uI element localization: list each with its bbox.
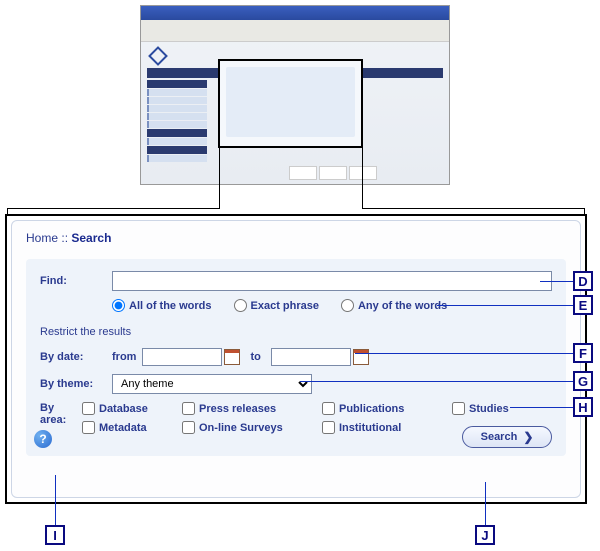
match-all-radio[interactable] xyxy=(112,299,125,312)
breadcrumb-home[interactable]: Home xyxy=(26,231,58,245)
calendar-from-icon[interactable] xyxy=(224,349,240,365)
match-all[interactable]: All of the words xyxy=(112,299,212,312)
magnify-highlight xyxy=(218,59,363,148)
match-exact-radio[interactable] xyxy=(234,299,247,312)
callout-I: I xyxy=(45,525,65,545)
callout-H: H xyxy=(573,397,593,417)
area-database[interactable]: Database xyxy=(82,402,182,415)
callout-F: F xyxy=(573,343,593,363)
area-metadata[interactable]: Metadata xyxy=(82,421,182,434)
breadcrumb: Home :: Search xyxy=(26,231,566,245)
callout-E: E xyxy=(573,295,593,315)
search-button-label: Search xyxy=(481,431,518,443)
chevron-right-icon: ❯ xyxy=(523,430,533,444)
theme-select[interactable]: Any theme xyxy=(112,374,312,394)
date-to-input[interactable] xyxy=(271,348,351,366)
search-panel: Home :: Search Find: All of the words Ex… xyxy=(11,220,581,498)
bytheme-label: By theme: xyxy=(40,378,112,390)
help-icon[interactable]: ? xyxy=(34,430,52,448)
restrict-heading: Restrict the results xyxy=(40,326,552,338)
breadcrumb-sep: :: xyxy=(61,231,68,245)
calendar-to-icon[interactable] xyxy=(353,349,369,365)
callout-J: J xyxy=(475,525,495,545)
area-institutional[interactable]: Institutional xyxy=(322,421,452,434)
find-label: Find: xyxy=(40,275,112,287)
search-form: Find: All of the words Exact phrase Any … xyxy=(26,259,566,456)
area-studies[interactable]: Studies xyxy=(452,402,552,415)
to-label: to xyxy=(250,351,260,363)
match-any-radio[interactable] xyxy=(341,299,354,312)
bydate-label: By date: xyxy=(40,351,112,363)
match-exact[interactable]: Exact phrase xyxy=(234,299,319,312)
find-input[interactable] xyxy=(112,271,552,291)
area-surveys[interactable]: On-line Surveys xyxy=(182,421,322,434)
breadcrumb-current: Search xyxy=(71,231,111,245)
search-panel-frame: Home :: Search Find: All of the words Ex… xyxy=(5,214,587,504)
search-button[interactable]: Search ❯ xyxy=(462,426,552,448)
date-from-input[interactable] xyxy=(142,348,222,366)
area-press[interactable]: Press releases xyxy=(182,402,322,415)
callout-G: G xyxy=(573,371,593,391)
from-label: from xyxy=(112,351,136,363)
match-any[interactable]: Any of the words xyxy=(341,299,447,312)
byarea-label: By area: xyxy=(40,402,82,426)
area-publications[interactable]: Publications xyxy=(322,402,452,415)
callout-D: D xyxy=(573,271,593,291)
